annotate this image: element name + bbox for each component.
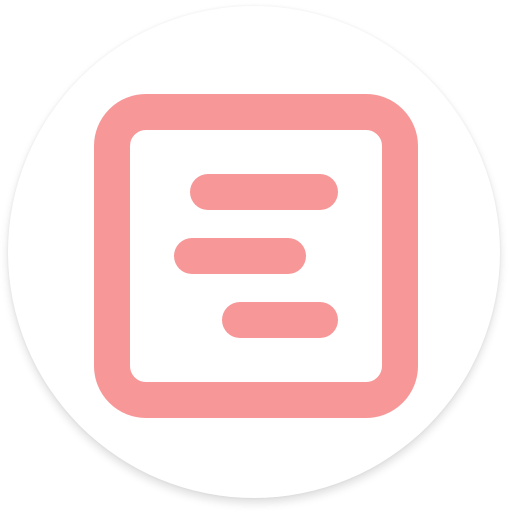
text-align-list-icon xyxy=(94,94,418,418)
app-icon-badge[interactable] xyxy=(8,6,500,498)
app-icon-canvas xyxy=(0,0,512,512)
